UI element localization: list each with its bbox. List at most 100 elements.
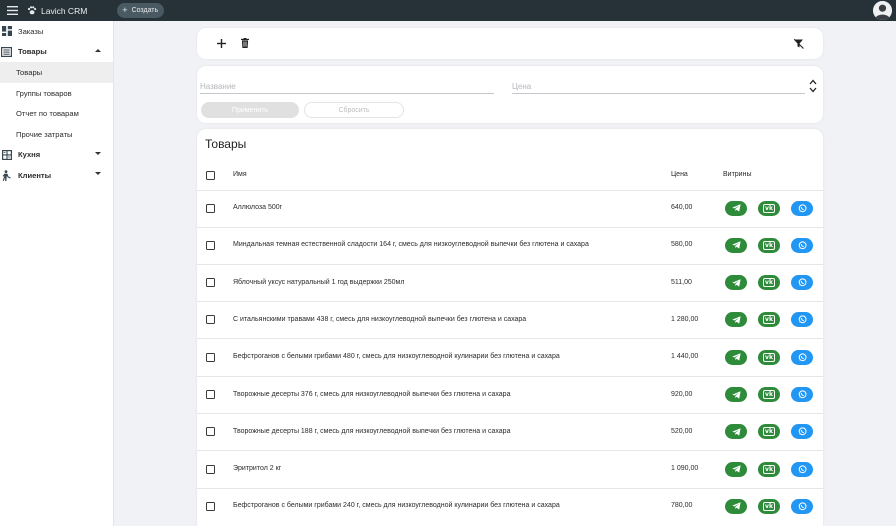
actions-toolbar xyxy=(197,28,823,59)
delete-button[interactable] xyxy=(239,37,251,49)
product-price: 1 440,00 xyxy=(671,353,699,361)
product-name[interactable]: Творожные десерты 188 г, смесь для низко… xyxy=(233,428,510,435)
vk-shop-button[interactable]: vk xyxy=(758,237,780,253)
sidebar-item-clients[interactable]: Клиенты xyxy=(0,165,113,186)
product-name[interactable]: Эритритол 2 кг xyxy=(233,465,281,472)
user-avatar[interactable] xyxy=(873,1,892,20)
vk-icon: vk xyxy=(763,390,775,399)
vk-icon: vk xyxy=(763,352,775,362)
telegram-shop-button[interactable] xyxy=(725,200,747,216)
product-price: 520,00 xyxy=(671,427,693,435)
filter-off-icon xyxy=(793,38,804,49)
sidebar-subitem-other-costs[interactable]: Прочие затраты xyxy=(0,124,113,145)
telegram-shop-button[interactable] xyxy=(725,237,747,253)
telegram-shop-button[interactable] xyxy=(725,424,747,440)
sidebar-item-label: Товары xyxy=(16,67,43,77)
telegram-shop-button[interactable] xyxy=(725,461,747,477)
create-button-label: Создать xyxy=(131,7,159,14)
product-name[interactable]: С итальянскими травами 438 г, смесь для … xyxy=(233,316,526,323)
column-header-price[interactable]: Цена xyxy=(671,171,688,178)
telegram-shop-button[interactable] xyxy=(725,498,747,514)
vk-shop-button[interactable]: vk xyxy=(758,349,780,365)
create-button[interactable]: + Создать xyxy=(117,3,165,18)
price-filter-input[interactable]: Цена xyxy=(512,79,805,94)
product-price: 780,00 xyxy=(671,502,693,510)
product-name[interactable]: Творожные десерты 376 г, смесь для низко… xyxy=(233,391,510,398)
add-button[interactable] xyxy=(215,37,227,49)
sidebar-subitem-products[interactable]: Товары xyxy=(0,62,113,83)
vk-icon: vk xyxy=(763,501,775,511)
app-brand[interactable]: Lavich CRM xyxy=(27,6,87,16)
whatsapp-shop-button[interactable] xyxy=(791,349,813,365)
row-divider xyxy=(197,450,823,452)
whatsapp-shop-button[interactable] xyxy=(791,424,813,440)
row-checkbox[interactable] xyxy=(206,427,215,437)
telegram-shop-button[interactable] xyxy=(725,275,747,291)
sidebar-subitem-product-groups[interactable]: Группы товаров xyxy=(0,83,113,104)
vk-shop-button[interactable]: vk xyxy=(758,498,780,514)
sidebar-item-products[interactable]: Товары xyxy=(0,42,113,63)
menu-icon[interactable] xyxy=(2,0,22,21)
paw-logo-icon xyxy=(27,6,37,15)
apply-button[interactable]: Применить xyxy=(201,102,299,118)
product-name[interactable]: Яблочный уксус натуральный 1 год выдержк… xyxy=(233,279,404,286)
whatsapp-shop-button[interactable] xyxy=(791,200,813,216)
whatsapp-icon xyxy=(798,203,806,212)
telegram-shop-button[interactable] xyxy=(725,312,747,328)
row-checkbox[interactable] xyxy=(206,278,215,288)
name-filter-input[interactable]: Название xyxy=(200,79,494,94)
table-title: Товары xyxy=(205,137,247,151)
vk-shop-button[interactable]: vk xyxy=(758,387,780,402)
sidebar-item-kitchen[interactable]: Кухня xyxy=(0,145,113,166)
whatsapp-shop-button[interactable] xyxy=(791,275,813,291)
whatsapp-shop-button[interactable] xyxy=(791,237,813,253)
column-header-name[interactable]: Имя xyxy=(233,171,247,178)
row-checkbox[interactable] xyxy=(206,501,215,511)
vk-shop-button[interactable]: vk xyxy=(758,312,780,328)
sidebar-item-orders[interactable]: Заказы xyxy=(0,21,113,42)
row-checkbox[interactable] xyxy=(206,203,215,213)
sidebar-subitem-product-report[interactable]: Отчет по товарам xyxy=(0,103,113,124)
row-checkbox[interactable] xyxy=(206,240,215,250)
telegram-icon xyxy=(731,278,741,287)
whatsapp-icon xyxy=(798,502,806,511)
row-divider xyxy=(197,338,823,340)
whatsapp-shop-button[interactable] xyxy=(791,461,813,477)
telegram-shop-button[interactable] xyxy=(725,349,747,365)
vk-icon: vk xyxy=(763,240,775,250)
vk-icon: vk xyxy=(763,315,775,325)
vk-shop-button[interactable]: vk xyxy=(758,424,780,440)
sidebar-item-label: Прочие затраты xyxy=(16,129,73,139)
product-price: 580,00 xyxy=(671,241,693,249)
sort-arrows-icon[interactable] xyxy=(809,78,817,94)
sidebar-item-label: Клиенты xyxy=(18,170,52,180)
vk-shop-button[interactable]: vk xyxy=(758,461,780,477)
row-checkbox[interactable] xyxy=(206,352,215,362)
product-name[interactable]: Бефстроганов с белыми грибами 480 г, сме… xyxy=(233,353,560,360)
telegram-shop-button[interactable] xyxy=(725,387,747,402)
trash-icon xyxy=(241,38,249,48)
select-all-checkbox[interactable] xyxy=(206,171,215,180)
row-checkbox[interactable] xyxy=(206,390,215,399)
whatsapp-shop-button[interactable] xyxy=(791,312,813,328)
whatsapp-shop-button[interactable] xyxy=(791,498,813,514)
row-divider xyxy=(197,375,823,377)
product-name[interactable]: Бефстроганов с белыми грибами 240 г, сме… xyxy=(233,502,560,509)
row-checkbox[interactable] xyxy=(206,315,215,325)
product-price: 1 280,00 xyxy=(671,315,699,323)
chevron-up-icon xyxy=(95,48,101,52)
product-name[interactable]: Миндальная темная естественной сладости … xyxy=(233,241,589,248)
telegram-icon xyxy=(731,241,741,249)
whatsapp-icon xyxy=(798,353,806,361)
top-app-bar: Lavich CRM + Создать xyxy=(0,0,896,21)
clear-filter-button[interactable] xyxy=(792,37,804,49)
whatsapp-shop-button[interactable] xyxy=(791,387,813,402)
row-checkbox[interactable] xyxy=(206,464,215,474)
vk-shop-button[interactable]: vk xyxy=(758,200,780,216)
product-price: 511,00 xyxy=(671,278,692,286)
vk-shop-button[interactable]: vk xyxy=(758,275,780,291)
reset-button[interactable]: Сбросить xyxy=(304,102,404,118)
vk-icon: vk xyxy=(763,203,775,213)
telegram-icon xyxy=(731,204,741,212)
product-name[interactable]: Аллюлоза 500г xyxy=(233,204,282,211)
